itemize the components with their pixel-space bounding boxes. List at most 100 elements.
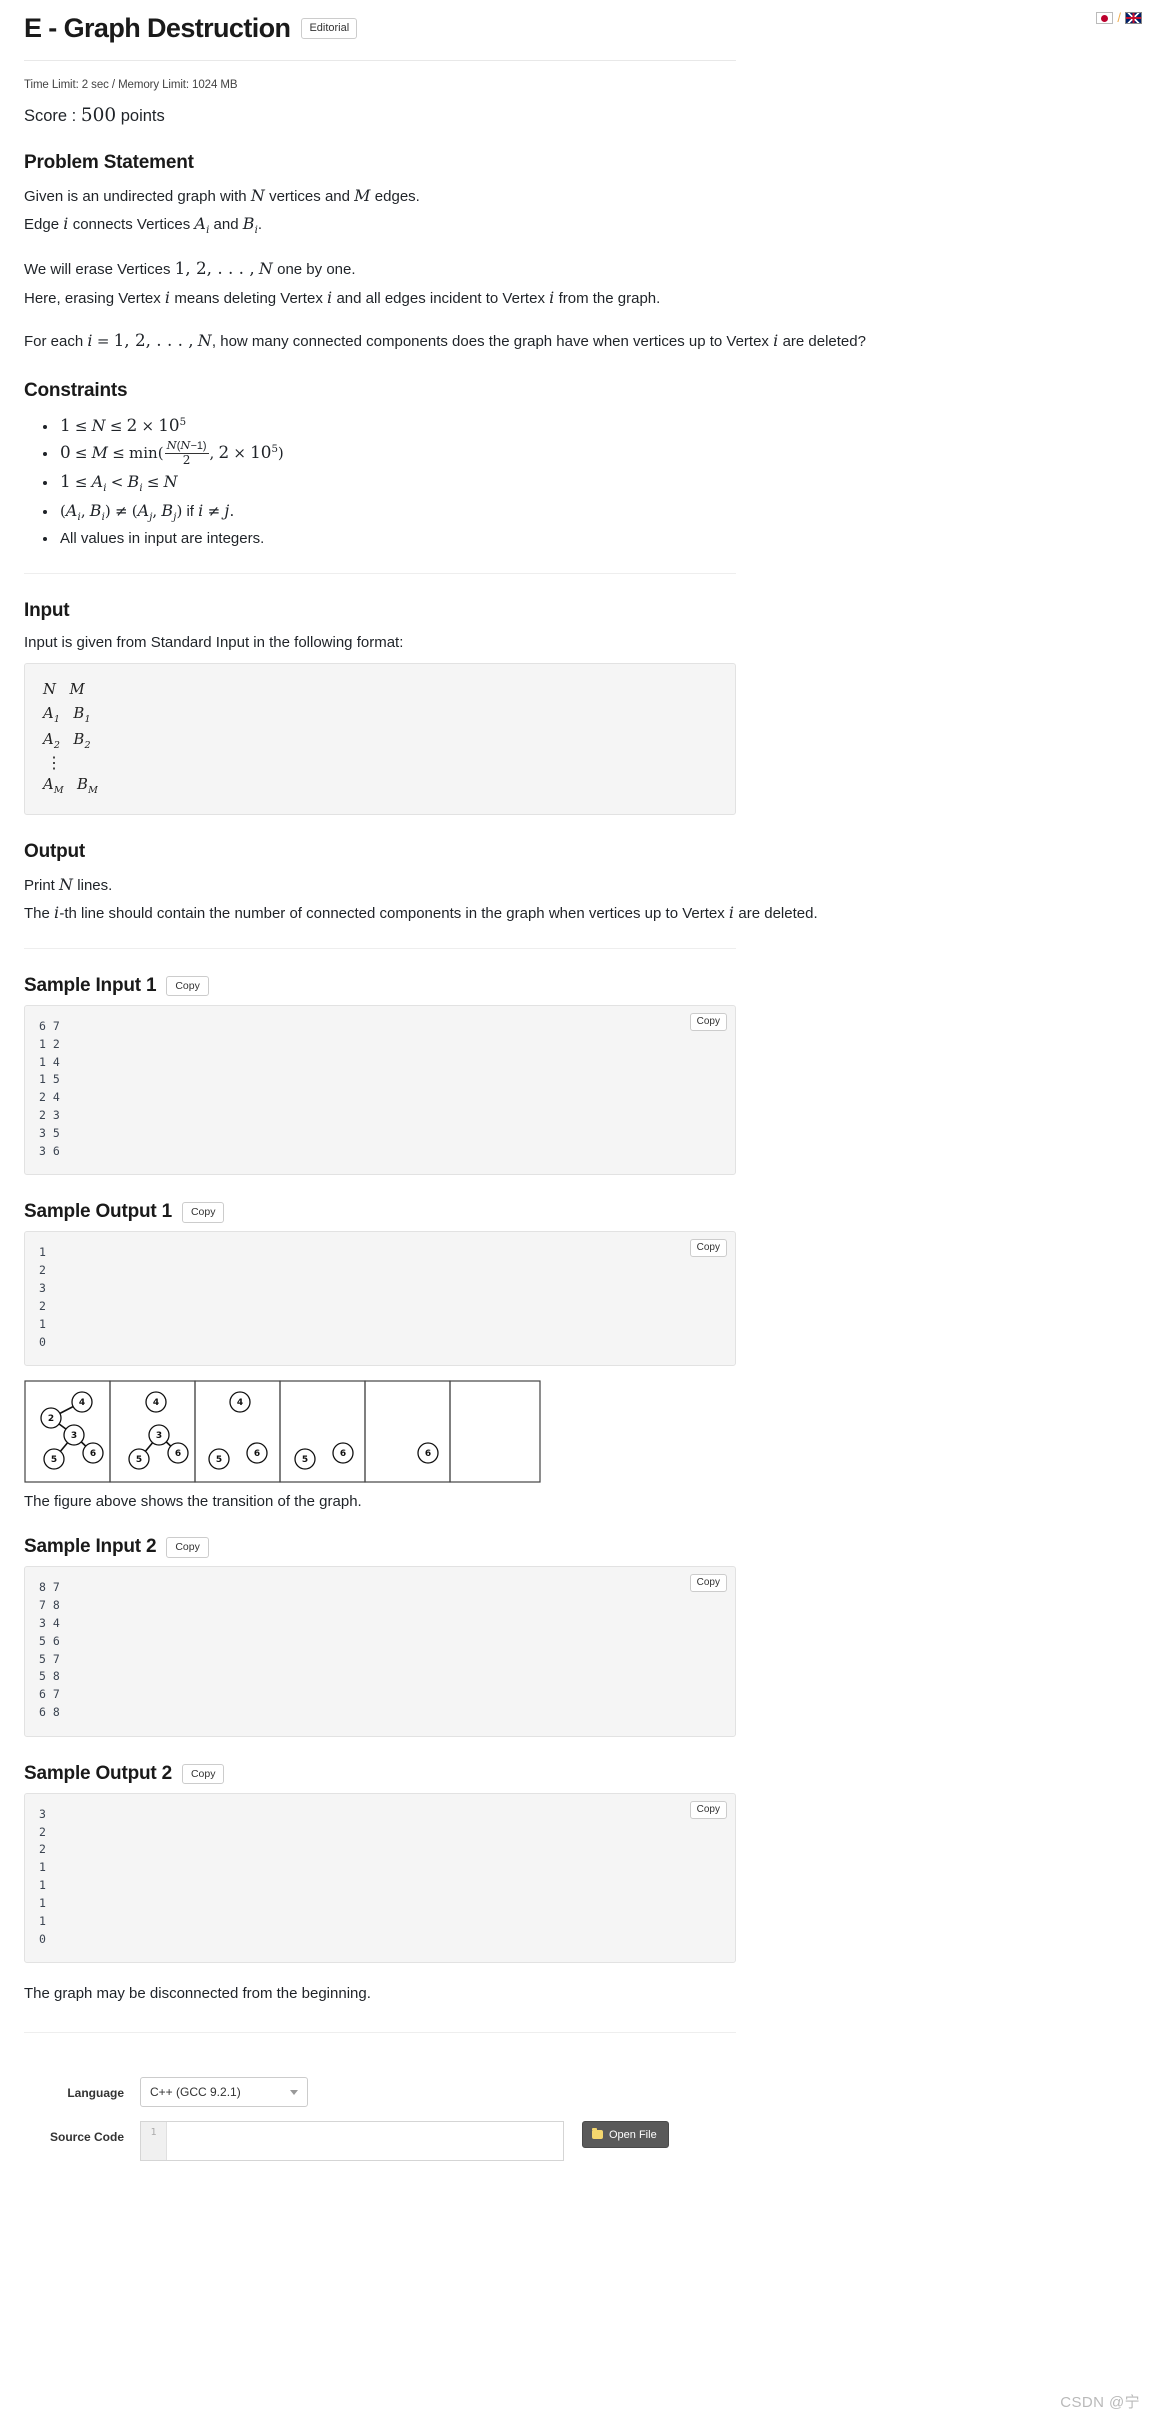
inner-copy-button-sample-input-1[interactable]: Copy bbox=[689, 1012, 727, 1031]
svg-text:2: 2 bbox=[48, 1414, 54, 1424]
math-i: i bbox=[728, 903, 735, 923]
inner-copy-button-sample-output-2[interactable]: Copy bbox=[689, 1800, 727, 1819]
text-frag: are deleted. bbox=[738, 905, 818, 923]
open-file-button[interactable]: Open File bbox=[582, 2121, 669, 2149]
input-heading: Input bbox=[24, 599, 70, 621]
constraint-item-4: (Ai, Bi) ≠ (Aj, Bj) if i ≠ j. bbox=[58, 498, 1136, 527]
language-switch[interactable]: / bbox=[1096, 10, 1142, 25]
svg-text:4: 4 bbox=[79, 1398, 85, 1408]
constraint-item-5: All values in input are integers. bbox=[58, 527, 1136, 551]
math-sub-i: i bbox=[206, 225, 210, 237]
input-format-box: N M A1 B1 A2 B2 ⋮ AM BM bbox=[24, 663, 736, 815]
math-A: A bbox=[194, 214, 207, 234]
svg-text:5: 5 bbox=[216, 1455, 222, 1465]
sample-input-1-box: Copy 6 7 1 2 1 4 1 5 2 4 2 3 3 5 3 6 bbox=[24, 1004, 736, 1176]
copy-button-sample-output-2[interactable]: Copy bbox=[181, 1763, 225, 1785]
figure-panel-5: 6 bbox=[417, 1442, 439, 1464]
svg-text:4: 4 bbox=[237, 1398, 243, 1408]
text-frag: one by one. bbox=[277, 261, 356, 279]
svg-text:4: 4 bbox=[153, 1398, 159, 1408]
text-frag: means deleting Vertex bbox=[174, 289, 323, 307]
fmt-line-1: N M bbox=[43, 681, 85, 699]
math-i: i bbox=[327, 287, 333, 307]
page-header: E - Graph Destruction Editorial / bbox=[0, 0, 1160, 44]
figure-panel-1: 4 2 3 5 6 bbox=[40, 1391, 104, 1470]
math-i: i bbox=[549, 287, 555, 307]
sample-input-2-box: Copy 8 7 7 8 3 4 5 6 5 7 5 8 6 7 6 8 bbox=[24, 1566, 736, 1737]
math-B: B bbox=[242, 214, 255, 234]
svg-text:5: 5 bbox=[51, 1455, 57, 1465]
figure-panel-3: 4 5 6 bbox=[208, 1391, 268, 1470]
math-M: M bbox=[354, 185, 371, 205]
watermark: CSDN @宁 bbox=[1060, 2394, 1140, 2411]
editor-text-area[interactable] bbox=[167, 2122, 563, 2161]
math-sequence: 1, 2, . . . , bbox=[113, 330, 194, 351]
svg-text:6: 6 bbox=[340, 1449, 346, 1459]
copy-button-sample-input-1[interactable]: Copy bbox=[166, 975, 209, 997]
graph-figure-svg: 4 2 3 5 6 4 3 5 6 4 5 6 5 6 6 bbox=[24, 1380, 541, 1483]
graph-transition-figure: 4 2 3 5 6 4 3 5 6 4 5 6 5 6 6 bbox=[24, 1380, 1136, 1483]
language-selected-value: C++ (GCC 9.2.1) bbox=[150, 2085, 241, 2100]
math-i: i bbox=[164, 287, 171, 307]
section-divider-1 bbox=[24, 572, 736, 574]
constraints-list: 1 ≤ N ≤ 2 × 105 0 ≤ M ≤ min(N(N−1)2, 2 ×… bbox=[0, 412, 1160, 551]
text-frag: edges. bbox=[374, 187, 420, 205]
problem-page: E - Graph Destruction Editorial / Time L… bbox=[0, 0, 1160, 2424]
math-N: N bbox=[258, 259, 273, 279]
language-select[interactable]: C++ (GCC 9.2.1) bbox=[140, 2077, 308, 2108]
svg-text:5: 5 bbox=[302, 1455, 308, 1465]
math-sequence: 1, 2, . . . , bbox=[174, 258, 255, 279]
svg-text:6: 6 bbox=[425, 1449, 431, 1459]
math-N: N bbox=[197, 331, 212, 351]
text-frag: Edge bbox=[24, 216, 60, 234]
fmt-line-3: A2 B2 bbox=[43, 730, 91, 751]
math-N: N bbox=[59, 874, 74, 894]
constraints-heading: Constraints bbox=[24, 379, 128, 401]
statement-line-1: Given is an undirected graph with N vert… bbox=[0, 184, 1160, 209]
text-frag: are deleted? bbox=[782, 333, 866, 351]
sample-input-2-content: 8 7 7 8 3 4 5 6 5 7 5 8 6 7 6 8 bbox=[39, 1580, 60, 1720]
statement-line-5: For each i = 1, 2, . . . , N, how many c… bbox=[0, 328, 1160, 354]
copy-button-sample-input-2[interactable]: Copy bbox=[166, 1537, 209, 1558]
input-format-content: N M A1 B1 A2 B2 ⋮ AM BM bbox=[43, 678, 721, 798]
text-frag: from the graph. bbox=[558, 289, 661, 307]
editor-line-number: 1 bbox=[141, 2122, 167, 2161]
copy-button-sample-output-1[interactable]: Copy bbox=[181, 1202, 225, 1223]
score-value: 500 bbox=[80, 104, 117, 126]
language-separator: / bbox=[1117, 10, 1121, 25]
statement-line-3: We will erase Vertices 1, 2, . . . , N o… bbox=[0, 256, 1160, 282]
sample-output-1-content: 1 2 3 2 1 0 bbox=[39, 1245, 46, 1349]
uk-flag-icon[interactable] bbox=[1125, 11, 1142, 24]
text-frag: , how many connected components does the… bbox=[211, 333, 769, 351]
sample-input-1-content: 6 7 1 2 1 4 1 5 2 4 2 3 3 5 3 6 bbox=[39, 1018, 60, 1158]
svg-text:3: 3 bbox=[71, 1431, 77, 1441]
figure-panel-2: 4 3 5 6 bbox=[128, 1391, 189, 1470]
page-title: E - Graph Destruction bbox=[24, 13, 291, 43]
svg-text:5: 5 bbox=[136, 1455, 142, 1465]
limits-text: Time Limit: 2 sec / Memory Limit: 1024 M… bbox=[24, 78, 238, 91]
section-divider-2 bbox=[24, 947, 736, 949]
text-frag: . bbox=[257, 216, 263, 234]
math-equals: = bbox=[96, 332, 110, 351]
score-text: Score : 500 points bbox=[0, 91, 1160, 126]
sample-input-1-heading: Sample Input 1 bbox=[24, 974, 157, 996]
inner-copy-button-sample-input-2[interactable]: Copy bbox=[689, 1574, 727, 1593]
svg-text:6: 6 bbox=[254, 1449, 260, 1459]
fmt-line-2: A1 B1 bbox=[43, 705, 91, 726]
output-line-2: The i-th line should contain the number … bbox=[0, 901, 1160, 926]
output-line-1: Print N lines. bbox=[0, 873, 1160, 898]
sample-output-2-content: 3 2 2 1 1 1 1 0 bbox=[39, 1806, 46, 1946]
japanese-flag-icon[interactable] bbox=[1096, 11, 1114, 24]
language-row: Language C++ (GCC 9.2.1) bbox=[0, 2077, 1160, 2108]
input-description: Input is given from Standard Input in th… bbox=[24, 633, 404, 651]
text-frag: We will erase Vertices bbox=[24, 261, 171, 279]
svg-text:3: 3 bbox=[156, 1431, 162, 1441]
text-frag: lines. bbox=[77, 876, 113, 894]
sample-input-1-header: Sample Input 1 Copy bbox=[0, 975, 1160, 997]
source-code-editor[interactable]: 1 bbox=[140, 2121, 564, 2162]
inner-copy-button-sample-output-1[interactable]: Copy bbox=[689, 1239, 727, 1258]
sample-input-2-header: Sample Input 2 Copy bbox=[0, 1536, 1160, 1558]
score-prefix: Score : bbox=[24, 106, 77, 125]
svg-text:6: 6 bbox=[175, 1449, 181, 1459]
editorial-button[interactable]: Editorial bbox=[301, 18, 358, 40]
